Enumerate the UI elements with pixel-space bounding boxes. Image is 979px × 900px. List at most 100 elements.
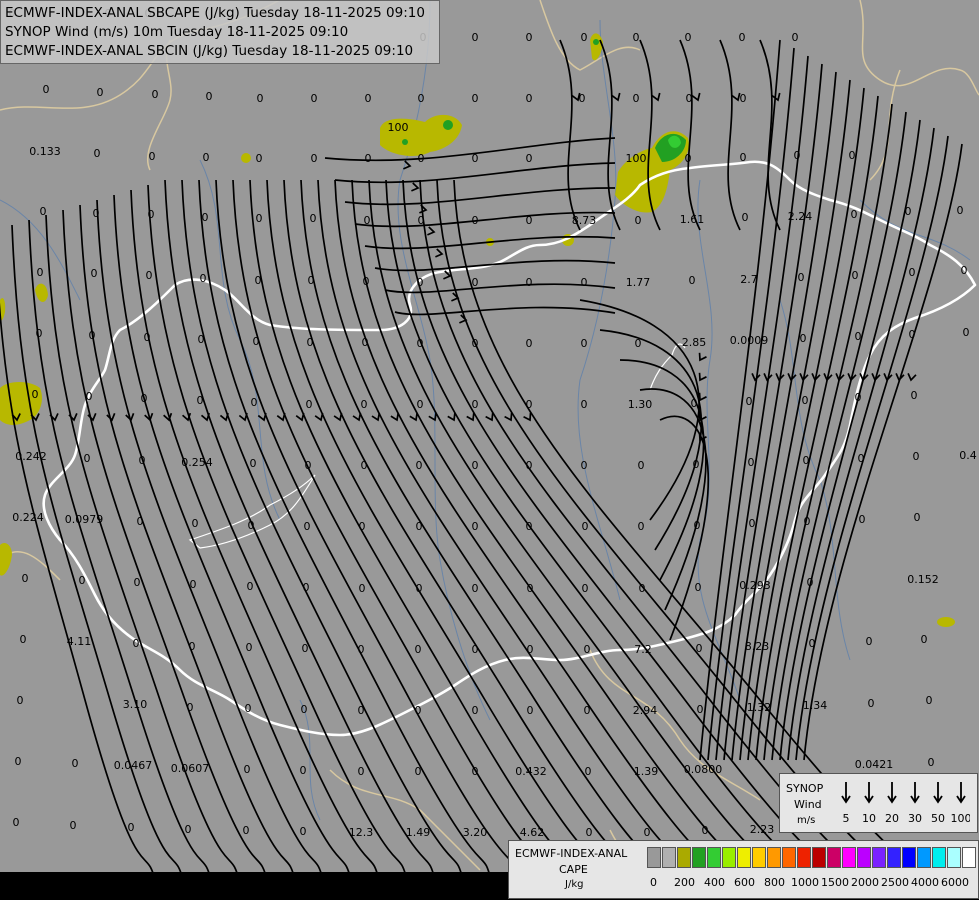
wind-legend-speed: 30 <box>908 812 922 825</box>
wind-legend-arrows: 5 10 20 30 50 100 <box>841 782 970 825</box>
cape-value: 0 <box>133 637 140 650</box>
cape-value: 0.224 <box>12 511 44 524</box>
country-border <box>42 160 977 737</box>
cape-value: 0.0800 <box>684 763 723 776</box>
cape-value: 0 <box>807 576 814 589</box>
cape-value: 0 <box>809 637 816 650</box>
cape-value: 0 <box>581 31 588 44</box>
cape-value: 3.20 <box>463 826 488 839</box>
cape-value: 2.7 <box>740 273 758 286</box>
cape-value: 0.0467 <box>114 759 153 772</box>
cape-color-swatch <box>752 847 766 868</box>
cape-value: 0 <box>185 823 192 836</box>
cape-value: 0 <box>695 581 702 594</box>
cape-value: 7.2 <box>634 643 652 656</box>
cape-value: 0 <box>416 582 423 595</box>
cape-value: 0 <box>633 31 640 44</box>
cape-value: 0 <box>416 459 423 472</box>
cape-value: 0 <box>526 276 533 289</box>
cape-value: 0 <box>585 765 592 778</box>
cape-value: 0 <box>415 643 422 656</box>
cape-value: 0 <box>363 275 370 288</box>
cape-tick-label: 4000 <box>911 876 939 889</box>
cape-value: 0 <box>302 642 309 655</box>
cape-value: 0 <box>417 276 424 289</box>
cape-color-swatch <box>722 847 736 868</box>
cape-value: 0 <box>189 640 196 653</box>
cape-value: 0 <box>635 337 642 350</box>
cape-value: 0 <box>15 755 22 768</box>
cape-value: 0 <box>472 704 479 717</box>
cape-value: 0 <box>909 266 916 279</box>
cape-value: 0 <box>43 83 50 96</box>
cape-value: 0 <box>148 208 155 221</box>
streamline <box>62 209 268 881</box>
cape-value: 0 <box>307 336 314 349</box>
cape-value: 0 <box>13 816 20 829</box>
cape-value: 0 <box>144 331 151 344</box>
cape-value: 0.133 <box>29 145 61 158</box>
streamline-arrow <box>435 248 444 258</box>
cape-value: 0 <box>694 519 701 532</box>
cape-color-swatch <box>737 847 751 868</box>
cape-value: 0 <box>358 765 365 778</box>
cape-value: 0 <box>802 394 809 407</box>
cape-value: 0.0009 <box>730 334 769 347</box>
streamline-arrow <box>459 314 468 324</box>
cape-value: 0 <box>749 517 756 530</box>
cape-value: 0 <box>244 763 251 776</box>
cape-value: 0 <box>913 450 920 463</box>
cape-value: 0 <box>22 572 29 585</box>
cape-value: 0 <box>310 212 317 225</box>
cape-value: 0 <box>418 152 425 165</box>
cape-value: 0 <box>415 765 422 778</box>
cape-value: 0 <box>358 643 365 656</box>
cape-value: 0 <box>702 824 709 837</box>
cape-value: 2.94 <box>633 704 658 717</box>
cape-value: 0 <box>858 452 865 465</box>
cape-value: 0 <box>868 697 875 710</box>
wind-legend-arrow <box>864 782 874 804</box>
river-border <box>649 343 686 391</box>
cape-value: 0 <box>526 520 533 533</box>
cape-value: 0 <box>957 204 964 217</box>
cape-value: 0 <box>198 333 205 346</box>
cape-value: 1.77 <box>626 276 651 289</box>
cape-tick-label: 400 <box>704 876 725 889</box>
cape-value: 8.73 <box>572 214 597 227</box>
cape-value: 0 <box>697 703 704 716</box>
cape-legend: ECMWF-INDEX-ANAL CAPE J/kg 0 200 400 600 800… <box>508 840 979 899</box>
streamline-arrow <box>771 92 781 102</box>
cape-value: 2.24 <box>788 210 813 223</box>
cape-value: 0 <box>303 581 310 594</box>
cape-value: 100 <box>388 121 409 134</box>
cape-value: 0 <box>359 582 366 595</box>
cape-value: 0 <box>415 704 422 717</box>
cape-value: 0 <box>527 582 534 595</box>
streamline-arrow <box>691 92 701 102</box>
cape-value: 0 <box>472 337 479 350</box>
cape-value: 0 <box>579 92 586 105</box>
cape-value: 0.4 <box>959 449 977 462</box>
wind-legend-title: SYNOP <box>786 782 824 795</box>
streamline-arrow <box>698 372 707 382</box>
cape-value: 0 <box>633 92 640 105</box>
cape-value: 0 <box>855 391 862 404</box>
cape-value: 0.152 <box>907 573 939 586</box>
cape-value: 0 <box>89 329 96 342</box>
cape-value: 0 <box>911 389 918 402</box>
streamline <box>28 219 212 881</box>
cape-color-swatch <box>902 847 916 868</box>
cape-value: 1.61 <box>680 213 705 226</box>
cape-value: 0.432 <box>515 765 547 778</box>
wind-legend-speed: 10 <box>862 812 876 825</box>
cape-value: 0 <box>20 633 27 646</box>
cape-value: 0 <box>746 395 753 408</box>
cape-value: 0 <box>70 819 77 832</box>
cape-value: 0 <box>365 152 372 165</box>
cape-color-swatch <box>887 847 901 868</box>
cape-color-swatch <box>962 847 976 868</box>
map-title-box: ECMWF-INDEX-ANAL SBCAPE (J/kg) Tuesday 1… <box>0 0 440 64</box>
streamline <box>723 63 823 761</box>
streamline <box>719 39 741 231</box>
